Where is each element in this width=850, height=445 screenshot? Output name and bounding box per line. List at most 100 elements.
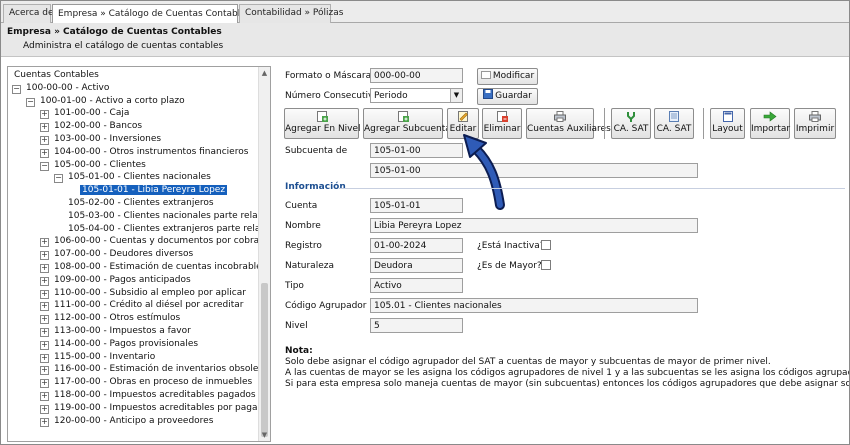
collapse-icon[interactable]: − <box>54 174 63 184</box>
tree-item[interactable]: +109-00-00 - Pagos anticipados <box>40 274 193 287</box>
expand-icon[interactable]: + <box>40 328 49 337</box>
ca-sat-button-2[interactable]: CA. SAT <box>654 108 694 139</box>
page-header: Empresa » Catálogo de Cuentas Contables … <box>1 23 849 57</box>
expand-icon[interactable]: + <box>40 238 49 248</box>
tree-item[interactable]: −100-00-00 - Activo <box>12 82 111 95</box>
nature-field[interactable]: Deudora <box>370 258 463 273</box>
expand-icon[interactable]: + <box>40 353 49 363</box>
expand-icon[interactable]: + <box>40 110 49 120</box>
tree-item[interactable]: +120-00-00 - Anticipo a proveedores <box>40 415 215 428</box>
import-button[interactable]: Importar <box>750 108 790 139</box>
tree-item[interactable]: 105-01-01 - Libia Pereyra Lopez <box>68 184 228 197</box>
is-major-label: ¿Es de Mayor? <box>477 261 542 271</box>
expand-icon[interactable]: + <box>40 289 49 299</box>
tree-item[interactable]: +103-00-00 - Inversiones <box>40 133 163 146</box>
tree-item-label: 118-00-00 - Impuestos acreditables pagad… <box>54 390 256 400</box>
tree-item[interactable]: +107-00-00 - Deudores diversos <box>40 248 195 261</box>
add-subaccount-button[interactable]: Agregar Subcuenta <box>363 108 451 139</box>
chevron-down-icon[interactable]: ▼ <box>450 89 462 102</box>
expand-icon[interactable]: + <box>40 302 49 312</box>
tree-item[interactable]: −100-01-00 - Activo a corto plazo <box>26 95 187 108</box>
modify-button[interactable]: Modificar <box>477 68 538 85</box>
tree-item[interactable]: +108-00-00 - Estimación de cuentas incob… <box>40 261 268 274</box>
tree-item[interactable]: −105-01-00 - Clientes nacionales <box>54 171 213 184</box>
expand-icon[interactable]: + <box>40 417 49 427</box>
tree-item[interactable]: +119-00-00 - Impuestos acreditables por … <box>40 402 263 415</box>
note-line-1: Solo debe asignar el código agrupador de… <box>285 357 771 367</box>
registry-field[interactable]: 01-00-2024 <box>370 238 463 253</box>
nature-label: Naturaleza <box>285 261 334 271</box>
save-button[interactable]: Guardar <box>477 88 538 105</box>
tab-label: Acerca de <box>9 8 54 18</box>
tree-scrollbar[interactable]: ▲ ▼ <box>258 67 270 441</box>
note-line-3: Si para esta empresa solo maneja cuentas… <box>285 379 849 389</box>
expand-icon[interactable]: + <box>40 136 49 145</box>
tree-item-label: 101-00-00 - Caja <box>54 108 130 119</box>
print-button[interactable]: Imprimir <box>794 108 836 139</box>
scrollbar-thumb[interactable] <box>261 283 268 437</box>
expand-icon[interactable]: + <box>40 392 49 401</box>
expand-icon[interactable]: + <box>40 148 49 158</box>
accounts-tree[interactable]: Cuentas Contables −100-00-00 - Activo −100… <box>7 66 271 442</box>
expand-icon[interactable]: + <box>40 404 49 414</box>
name-field[interactable]: Libia Pereyra Lopez <box>370 218 698 233</box>
expand-icon[interactable]: + <box>40 251 49 261</box>
tree-item[interactable]: +101-00-00 - Caja <box>40 107 131 120</box>
tree-item[interactable]: +112-00-00 - Otros estímulos <box>40 312 182 325</box>
tree-item[interactable]: +114-00-00 - Pagos provisionales <box>40 338 200 351</box>
is-major-checkbox[interactable] <box>541 260 551 270</box>
expand-icon[interactable]: + <box>40 276 49 286</box>
tree-item-label: 115-00-00 - Inventario <box>54 351 156 362</box>
arrow-annotation-icon <box>463 134 505 210</box>
subaccount-label: Subcuenta de <box>285 146 348 156</box>
tab-polizas[interactable]: Contabilidad » Pólizas <box>239 4 343 23</box>
tab-catalogo-cuentas[interactable]: Empresa » Catálogo de Cuentas Contables✕ <box>52 4 263 24</box>
tree-item[interactable]: Cuentas Contables <box>12 69 101 82</box>
tree-item[interactable]: +102-00-00 - Bancos <box>40 120 144 133</box>
print-label: Imprimir <box>795 124 835 134</box>
tree-item[interactable]: +106-00-00 - Cuentas y documentos por co… <box>40 235 270 248</box>
tree-item[interactable]: +116-00-00 - Estimación de inventarios o… <box>40 363 270 376</box>
expand-icon[interactable]: + <box>40 379 49 389</box>
tree-item-label: 105-00-00 - Clientes <box>54 159 146 170</box>
account-field[interactable]: 105-01-01 <box>370 198 463 213</box>
tree-item[interactable]: 105-04-00 - Clientes extranjeros parte r… <box>54 223 270 236</box>
subaccount-field[interactable]: 105-01-00 <box>370 143 463 158</box>
scroll-up-icon[interactable]: ▲ <box>259 67 270 79</box>
collapse-icon[interactable]: − <box>40 161 49 171</box>
layout-button[interactable]: Layout <box>710 108 745 139</box>
expand-icon[interactable]: + <box>40 123 49 133</box>
inactive-checkbox[interactable] <box>541 240 551 250</box>
scroll-down-icon[interactable]: ▼ <box>259 429 270 441</box>
consecutive-select[interactable]: Periodo ▼ <box>370 88 463 103</box>
tree-item[interactable]: +117-00-00 - Obras en proceso de inmuebl… <box>40 376 254 389</box>
consecutive-value: Periodo <box>374 91 408 101</box>
tree-item[interactable]: 105-02-00 - Clientes extranjeros <box>54 197 216 210</box>
tab-acerca-de[interactable]: Acerca de <box>3 4 54 23</box>
collapse-icon[interactable]: − <box>26 97 35 107</box>
aux-accounts-label: Cuentas Auxiliares <box>527 124 611 134</box>
tree-item[interactable]: 105-03-00 - Clientes nacionales parte re… <box>54 210 270 223</box>
ca-sat-button-1[interactable]: CA. SAT <box>611 108 651 139</box>
grouping-code-field[interactable]: 105.01 - Clientes nacionales <box>370 298 698 313</box>
tree-item[interactable]: −105-00-00 - Clientes <box>40 159 148 172</box>
tree-item[interactable]: +111-00-00 - Crédito al diésel por acred… <box>40 299 245 312</box>
mask-field[interactable]: 000-00-00 <box>370 68 463 83</box>
expand-icon[interactable]: + <box>40 366 49 376</box>
collapse-icon[interactable]: − <box>12 84 21 94</box>
import-label: Importar <box>751 124 791 134</box>
expand-icon[interactable]: + <box>40 264 49 273</box>
aux-accounts-button[interactable]: Cuentas Auxiliares <box>526 108 611 139</box>
tree-item[interactable]: +104-00-00 - Otros instrumentos financie… <box>40 146 250 159</box>
tab-bar: Acerca de Empresa » Catálogo de Cuentas … <box>1 1 849 24</box>
expand-icon[interactable]: + <box>40 340 49 350</box>
tree-item[interactable]: +110-00-00 - Subsidio al empleo por apli… <box>40 287 248 300</box>
tree-item[interactable]: +115-00-00 - Inventario <box>40 351 157 364</box>
tree-item[interactable]: +118-00-00 - Impuestos acreditables paga… <box>40 389 258 402</box>
expand-icon[interactable]: + <box>40 315 49 325</box>
add-level-button[interactable]: Agregar En Nivel <box>284 108 361 139</box>
type-field[interactable]: Activo <box>370 278 463 293</box>
tree-item-label: 105-01-01 - Libia Pereyra Lopez <box>80 185 228 196</box>
tree-item-label: 111-00-00 - Crédito al diésel por acredi… <box>54 300 244 311</box>
tree-item[interactable]: +113-00-00 - Impuestos a favor <box>40 325 193 338</box>
